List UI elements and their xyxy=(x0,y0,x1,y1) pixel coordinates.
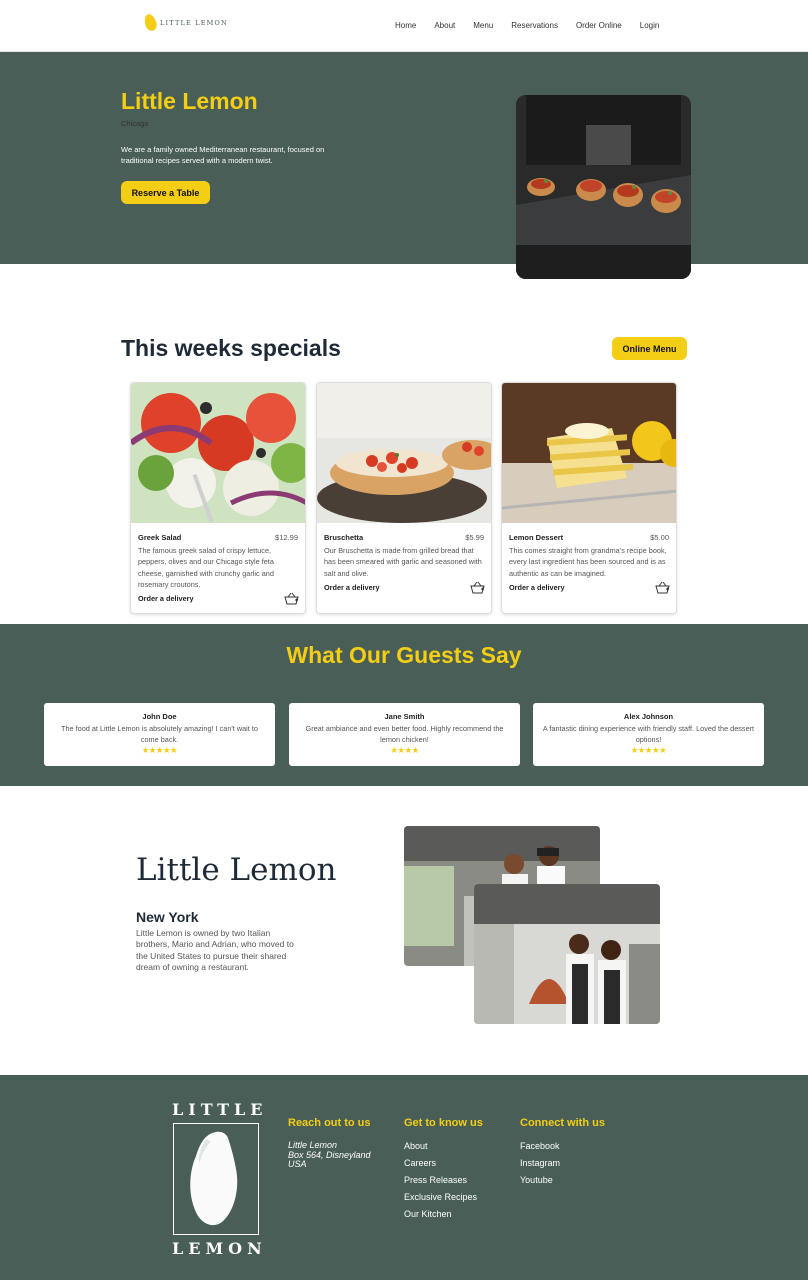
hero-city: Chicago xyxy=(121,119,149,128)
nav-link-about[interactable]: About xyxy=(434,21,455,30)
special-card-greek-salad[interactable]: Greek Salad $12.99 The famous greek sala… xyxy=(130,382,306,614)
card-header: Bruschetta $5.99 xyxy=(324,533,484,542)
nav-link-home[interactable]: Home xyxy=(395,21,416,30)
logo-text: LITTLE LEMON xyxy=(160,18,228,27)
about-title: Little Lemon xyxy=(136,852,337,888)
site-logo[interactable]: LITTLE LEMON xyxy=(142,12,228,33)
special-card-lemon-dessert[interactable]: Lemon Dessert $5.00 This comes straight … xyxy=(501,382,677,614)
star-rating: ★★★★★ xyxy=(141,745,178,755)
review-text: A fantastic dining experience with frien… xyxy=(542,724,755,744)
star-rating: ★★★★ xyxy=(390,745,419,755)
lemon-dessert-image xyxy=(502,383,676,523)
footer-link-instagram[interactable]: Instagram xyxy=(520,1158,605,1168)
greek-salad-image xyxy=(131,383,305,523)
footer-contact: Reach out to us Little Lemon Box 564, Di… xyxy=(288,1117,371,1170)
basket-add-icon[interactable] xyxy=(655,581,670,595)
testimonial-card: Alex Johnson A fantastic dining experien… xyxy=(533,703,764,766)
basket-add-icon[interactable] xyxy=(284,592,299,606)
order-delivery-link[interactable]: Order a delivery xyxy=(138,594,194,603)
reserve-table-button[interactable]: Reserve a Table xyxy=(121,181,210,204)
footer-heading: Get to know us xyxy=(404,1117,483,1129)
review-text: Great ambiance and even better food. Hig… xyxy=(305,724,504,744)
testimonial-card: John Doe The food at Little Lemon is abs… xyxy=(44,703,275,766)
hero-image xyxy=(516,95,691,279)
footer-link-recipes[interactable]: Exclusive Recipes xyxy=(404,1192,483,1202)
chefs-portrait-image xyxy=(474,884,660,1024)
footer-heading: Connect with us xyxy=(520,1117,605,1129)
nav-link-login[interactable]: Login xyxy=(640,21,660,30)
online-menu-button[interactable]: Online Menu xyxy=(612,337,687,360)
lemon-icon xyxy=(172,1123,259,1235)
footer-know-us: Get to know us About Careers Press Relea… xyxy=(404,1117,483,1226)
bruschetta-image xyxy=(317,383,491,523)
reviewer-name: Alex Johnson xyxy=(623,712,674,721)
footer-logo-bottom: LEMON xyxy=(172,1239,267,1258)
dish-name: Greek Salad xyxy=(138,533,182,542)
dish-name: Lemon Dessert xyxy=(509,533,564,542)
dish-description: This comes straight from grandma’s recip… xyxy=(509,546,667,578)
testimonials-title: What Our Guests Say xyxy=(286,642,522,668)
footer-link-careers[interactable]: Careers xyxy=(404,1158,483,1168)
footer-heading: Reach out to us xyxy=(288,1117,371,1129)
order-delivery-link[interactable]: Order a delivery xyxy=(324,583,380,592)
footer-address: Little Lemon Box 564, Disneyland USA xyxy=(288,1140,371,1170)
about-subtitle: New York xyxy=(136,909,199,925)
footer-link-facebook[interactable]: Facebook xyxy=(520,1141,605,1151)
order-delivery-link[interactable]: Order a delivery xyxy=(509,583,565,592)
special-card-bruschetta[interactable]: Bruschetta $5.99 Our Bruschetta is made … xyxy=(316,382,492,614)
review-text: The food at Little Lemon is absolutely a… xyxy=(61,724,258,744)
dish-name: Bruschetta xyxy=(324,533,364,542)
nav-link-order-online[interactable]: Order Online xyxy=(576,21,622,30)
reviewer-name: Jane Smith xyxy=(384,712,425,721)
nav-link-reservations[interactable]: Reservations xyxy=(511,21,558,30)
about-text: Little Lemon is owned by two Italian bro… xyxy=(136,928,294,973)
top-navbar: LITTLE LEMON Home About Menu Reservation… xyxy=(0,0,808,52)
footer-logo[interactable]: LITTLE LEMON xyxy=(172,1100,268,1258)
footer-link-about[interactable]: About xyxy=(404,1141,483,1151)
specials-title: This weeks specials xyxy=(121,335,341,361)
footer-link-youtube[interactable]: Youtube xyxy=(520,1175,605,1185)
card-header: Lemon Dessert $5.00 xyxy=(509,533,669,542)
footer-link-press[interactable]: Press Releases xyxy=(404,1175,483,1185)
dish-price: $5.00 xyxy=(650,533,669,542)
footer-social: Connect with us Facebook Instagram Youtu… xyxy=(520,1117,605,1192)
address-line: USA xyxy=(288,1159,307,1169)
dish-price: $5.99 xyxy=(465,533,484,542)
hero-description: We are a family owned Mediterranean rest… xyxy=(121,145,325,165)
lemon-icon xyxy=(142,12,159,33)
dish-description: The famous greek salad of crispy lettuce… xyxy=(138,546,274,589)
dish-description: Our Bruschetta is made from grilled brea… xyxy=(324,546,482,578)
hero-title: Little Lemon xyxy=(121,88,258,114)
testimonial-card: Jane Smith Great ambiance and even bette… xyxy=(289,703,520,766)
nav-link-menu[interactable]: Menu xyxy=(473,21,493,30)
star-rating: ★★★★★ xyxy=(630,745,667,755)
card-header: Greek Salad $12.99 xyxy=(138,533,298,542)
basket-add-icon[interactable] xyxy=(470,581,485,595)
nav-links: Home About Menu Reservations Order Onlin… xyxy=(395,21,677,30)
footer-logo-top: LITTLE xyxy=(172,1100,268,1119)
dish-price: $12.99 xyxy=(275,533,298,542)
footer-link-kitchen[interactable]: Our Kitchen xyxy=(404,1209,483,1219)
reviewer-name: John Doe xyxy=(142,712,177,721)
